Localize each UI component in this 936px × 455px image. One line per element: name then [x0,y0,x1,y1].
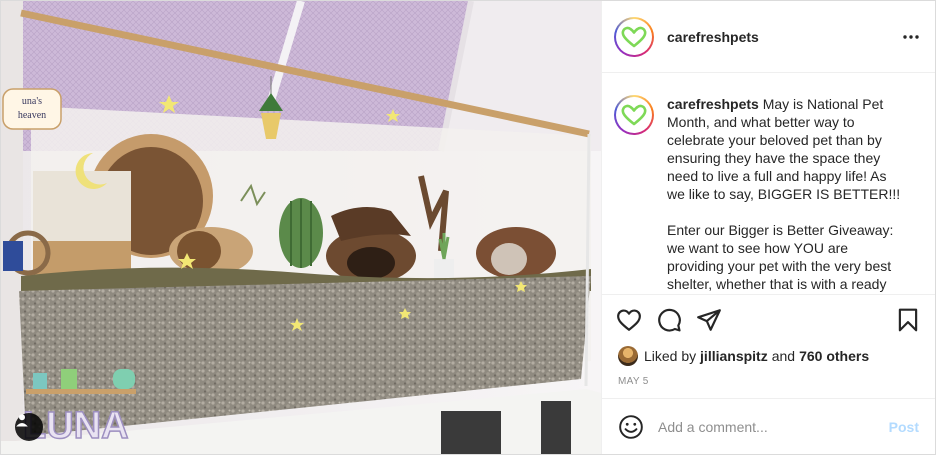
likes-summary: Liked by jillianspitz and 760 others [602,345,935,367]
post-header: carefreshpets [602,1,935,73]
heart-logo-icon [621,26,647,47]
liker-avatar[interactable] [618,346,638,366]
post-caption: carefreshpets May is National Pet Month,… [667,95,907,294]
caption-area: carefreshpets May is National Pet Month,… [602,73,935,295]
likes-prefix: Liked by [644,348,697,364]
sign-text-line1: una's [22,96,42,107]
post-modal: una's heaven LUNA carefreshpets carefres… [0,0,936,455]
action-bar [602,295,935,345]
more-options-icon [903,34,919,39]
comment-box: Post [602,398,935,454]
post-date[interactable]: MAY 5 [602,367,935,395]
user-tag-button[interactable] [15,413,43,441]
comment-icon[interactable] [656,307,682,333]
caption-username[interactable]: carefreshpets [667,96,759,112]
sign-text-line2: heaven [18,110,46,121]
more-options-button[interactable] [903,34,919,39]
author-username[interactable]: carefreshpets [667,29,759,45]
author-avatar[interactable] [614,16,654,57]
caption-avatar[interactable] [614,95,654,135]
emoji-icon[interactable] [618,414,644,440]
post-photo[interactable]: una's heaven LUNA [1,1,601,454]
post-comment-button[interactable]: Post [889,419,919,435]
heart-icon[interactable] [616,307,642,333]
user-tag-icon [16,414,28,427]
comment-input[interactable] [658,418,881,435]
heart-logo-icon [621,104,647,126]
likes-others-link[interactable]: 760 others [799,348,869,364]
hamster-enclosure-illustration: una's heaven LUNA [1,1,601,454]
paper-plane-icon[interactable] [696,307,722,333]
bookmark-icon[interactable] [895,307,921,333]
likes-conjunction: and [771,348,796,364]
caption-text: May is National Pet Month, and what bett… [667,96,901,292]
liker-username[interactable]: jillianspitz [700,348,768,364]
post-side-panel: carefreshpets carefreshpets May is Natio… [601,1,935,454]
